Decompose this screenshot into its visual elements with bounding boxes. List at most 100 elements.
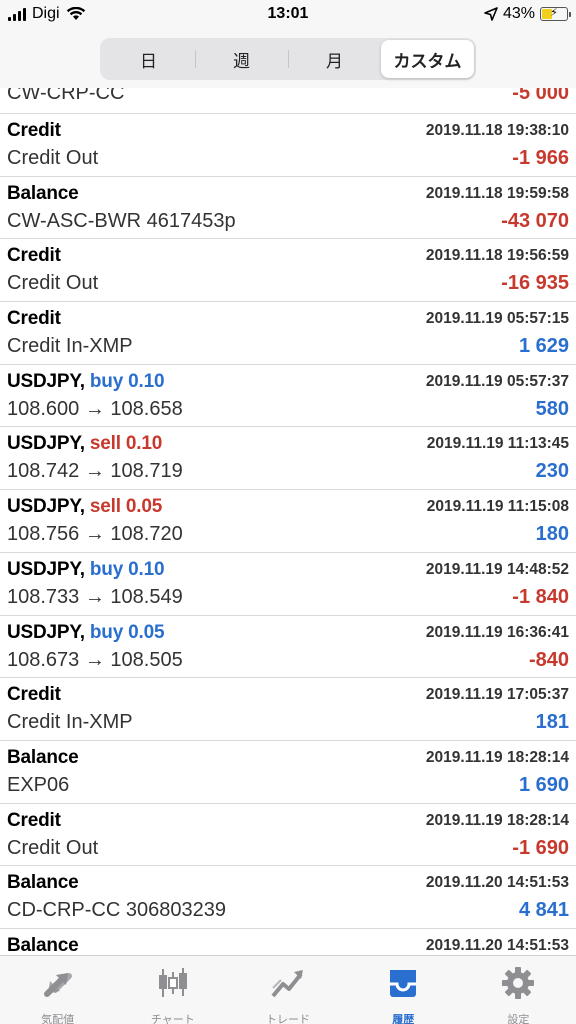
list-item[interactable]: Balance 2019.11.19 18:28:14 EXP06 1 690 (0, 741, 576, 804)
row-title: Balance (7, 182, 79, 205)
status-right: 43% ⚡ (484, 5, 571, 23)
battery-percent: 43% (502, 5, 535, 22)
list-item[interactable]: Credit 2019.11.18 19:38:10 Credit Out -1 96… (0, 114, 576, 177)
row-time: 2019.11.18 19:56:59 (425, 247, 569, 265)
tab-label: 設定 (507, 1014, 530, 1024)
row-amount: -840 (528, 648, 569, 671)
list-item[interactable]: USDJPY, buy 0.10 2019.11.19 05:57:37 108.6… (0, 365, 576, 428)
list-item[interactable]: Balance 2019.11.20 14:51:53 CD-CRP-CC 3068… (0, 866, 576, 929)
row-amount: 180 (535, 523, 569, 546)
row-amount: 1 629 (518, 335, 569, 358)
list-item[interactable]: USDJPY, buy 0.10 2019.11.19 14:48:52 108.7… (0, 553, 576, 616)
row-title: Balance (7, 872, 79, 894)
period-segmented-control: 日週月カスタム (100, 38, 476, 80)
list-item[interactable]: Credit 2019.11.19 05:57:15 Credit In-XMP 1 … (0, 302, 576, 365)
segment-4[interactable]: カスタム (381, 40, 474, 78)
row-time: 2019.11.18 19:38:10 (425, 122, 569, 139)
segment-3[interactable]: 月 (288, 40, 381, 78)
row-title: Credit (7, 810, 61, 832)
row-amount: 181 (535, 711, 569, 734)
tab-trade-trend[interactable]: トレード (230, 956, 345, 1024)
carrier-name: Digi (32, 5, 60, 22)
candlestick-chart-icon (154, 964, 192, 1007)
row-amount: -1 966 (512, 147, 569, 169)
row-title: Credit (7, 120, 61, 142)
row-type: Credit (7, 809, 61, 831)
row-amount: -43 070 (501, 209, 569, 232)
row-time: 2019.11.19 05:57:15 (425, 310, 569, 328)
row-title: Credit (7, 308, 61, 330)
row-time: 2019.11.19 14:48:52 (425, 560, 569, 578)
tab-label: トレード (266, 1014, 310, 1024)
row-type: Balance (7, 182, 79, 204)
row-type: Credit (7, 120, 61, 141)
list-item[interactable]: Balance 2019.11.20 14:51:53 (0, 929, 576, 955)
row-title: USDJPY, sell 0.05 (7, 496, 162, 518)
status-bar: Digi 13:01 43% ⚡ (0, 0, 576, 30)
row-time: 2019.11.19 18:28:14 (425, 748, 569, 766)
tab-quotes-arrows[interactable]: 気配値 (0, 956, 115, 1024)
row-amount: 4 841 (518, 899, 569, 922)
row-title: USDJPY, buy 0.05 (7, 621, 165, 644)
tab-label: 履歴 (392, 1014, 415, 1024)
row-title: USDJPY, buy 0.10 (7, 558, 165, 581)
wifi-icon (66, 7, 85, 20)
list-item[interactable]: Credit 2019.11.18 19:56:59 Credit Out -16 9… (0, 239, 576, 303)
row-time: 2019.11.19 11:15:08 (426, 498, 569, 516)
period-header: 日週月カスタム (0, 30, 576, 88)
row-detail: 108.756 → 108.720 (7, 523, 183, 546)
list-item[interactable]: USDJPY, sell 0.10 2019.11.19 11:13:45 108.… (0, 427, 576, 491)
row-detail: CW-ASC-BWR 4617453p (7, 209, 236, 232)
row-side: buy 0.10 (89, 370, 165, 392)
status-left: Digi (8, 5, 86, 23)
list-item[interactable]: USDJPY, sell 0.05 2019.11.19 11:15:08 108.… (0, 490, 576, 553)
list-item[interactable]: CW-CRP-CC -5 000 (0, 88, 576, 114)
row-type: Credit (7, 308, 61, 330)
list-item[interactable]: Credit 2019.11.19 18:28:14 Credit Out -1 69… (0, 804, 576, 867)
tab-candlestick-chart[interactable]: チャート (115, 956, 230, 1024)
row-amount: -1 840 (512, 585, 569, 608)
row-side: buy 0.05 (89, 621, 165, 643)
row-detail: CD-CRP-CC 306803239 (7, 899, 226, 922)
tab-history-inbox[interactable]: 履歴 (346, 956, 461, 1024)
row-type: USDJPY, (7, 496, 85, 518)
row-time: 2019.11.19 17:05:37 (425, 686, 569, 704)
row-detail: 108.733 → 108.549 (7, 585, 183, 608)
trade-trend-icon (269, 964, 307, 1007)
row-type: Credit (7, 245, 61, 267)
gear-icon (499, 964, 537, 1007)
row-detail: 108.742 → 108.719 (7, 460, 183, 483)
row-type: USDJPY, (7, 558, 85, 580)
row-type: Credit (7, 684, 61, 706)
segment-1[interactable]: 日 (102, 40, 195, 78)
row-detail: Credit Out (7, 836, 99, 859)
row-side: sell 0.10 (89, 433, 163, 455)
row-side: sell 0.05 (89, 496, 163, 518)
row-time: 2019.11.19 05:57:37 (425, 372, 569, 390)
row-time: 2019.11.19 11:13:45 (426, 435, 569, 453)
row-detail: Credit Out (7, 147, 99, 169)
tab-gear[interactable]: 設定 (461, 956, 576, 1024)
row-amount: 230 (535, 460, 569, 483)
row-time: 2019.11.20 14:51:53 (425, 874, 569, 892)
row-detail: EXP06 (7, 773, 70, 796)
history-list[interactable]: CW-CRP-CC -5 000 Credit 2019.11.18 19:38:… (0, 88, 576, 955)
row-title: Credit (7, 684, 61, 706)
quotes-arrows-icon (39, 964, 77, 1007)
row-amount: 580 (535, 397, 569, 420)
signal-icon (8, 7, 26, 21)
row-time: 2019.11.20 14:51:53 (425, 936, 569, 954)
tab-label: チャート (150, 1014, 195, 1024)
row-title: Credit (7, 245, 61, 267)
list-item[interactable]: USDJPY, buy 0.05 2019.11.19 16:36:41 108.6… (0, 616, 576, 679)
list-item[interactable]: Credit 2019.11.19 17:05:37 Credit In-XMP 18… (0, 678, 576, 741)
row-detail: Credit In-XMP (7, 711, 133, 734)
row-title: USDJPY, sell 0.10 (7, 433, 162, 455)
location-arrow-icon (484, 7, 498, 21)
row-type: Balance (7, 872, 79, 894)
list-item[interactable]: Balance 2019.11.18 19:59:58 CW-ASC-BWR 461… (0, 177, 576, 240)
segment-2[interactable]: 週 (195, 40, 288, 78)
row-detail: CW-CRP-CC (7, 88, 125, 104)
row-amount: -5 000 (512, 88, 569, 104)
row-amount: 1 690 (518, 773, 569, 796)
